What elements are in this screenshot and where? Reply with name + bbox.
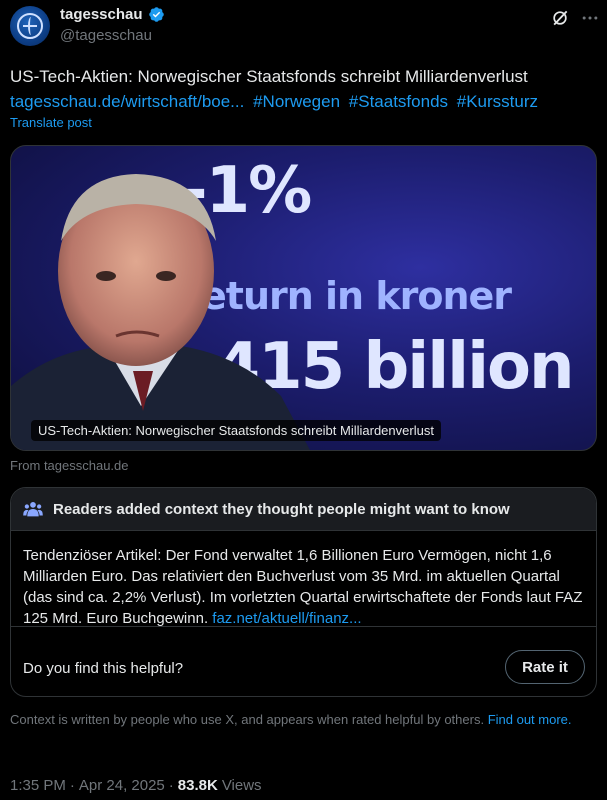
community-note-body: Tendenziöser Artikel: Der Fond verwaltet… <box>23 545 588 629</box>
views-count: 83.8K <box>177 777 218 794</box>
context-text: Context is written by people who use X, … <box>10 712 485 727</box>
hashtag-staatsfonds[interactable]: #Staatsfonds <box>349 92 448 111</box>
views-label: Views <box>221 777 262 794</box>
readers-icon <box>23 502 43 517</box>
meta-separator: · <box>168 777 174 794</box>
post-links: tagesschau.de/wirtschaft/boe... #Norwege… <box>10 89 600 114</box>
post-meta: 1:35 PM · Apr 24, 2025 · 83.8K Views <box>10 777 262 794</box>
hashtag-norwegen[interactable]: #Norwegen <box>253 92 340 111</box>
divider <box>11 626 596 627</box>
context-footnote: Context is written by people who use X, … <box>10 711 590 729</box>
community-note-header: Readers added context they thought peopl… <box>11 488 596 531</box>
find-out-more-link[interactable]: Find out more. <box>488 712 572 727</box>
person-photo <box>11 174 310 450</box>
translate-post-link[interactable]: Translate post <box>10 115 92 130</box>
post-time[interactable]: 1:35 PM <box>10 777 66 794</box>
post-text: US-Tech-Aktien: Norwegischer Staatsfonds… <box>10 67 528 86</box>
grok-button[interactable] <box>548 6 572 30</box>
handle[interactable]: @tagesschau <box>60 27 152 44</box>
display-name[interactable]: tagesschau <box>60 6 143 23</box>
author-name-row: tagesschau <box>60 6 165 23</box>
avatar[interactable] <box>10 6 50 46</box>
verified-badge-icon <box>148 7 164 22</box>
grok-icon <box>553 10 568 26</box>
hashtag-kurssturz[interactable]: #Kurssturz <box>457 92 538 111</box>
more-button[interactable] <box>578 6 602 30</box>
meta-separator: · <box>69 777 75 794</box>
post: tagesschau @tagesschau US-Tech-Aktien: N… <box>0 0 607 800</box>
community-note-title: Readers added context they thought peopl… <box>53 500 510 518</box>
community-note: Readers added context they thought peopl… <box>10 487 597 697</box>
media-caption: US-Tech-Aktien: Norwegischer Staatsfonds… <box>31 420 441 441</box>
tagesschau-logo-icon <box>17 13 43 39</box>
helpful-question: Do you find this helpful? <box>23 660 184 677</box>
more-icon <box>582 16 598 20</box>
media-source[interactable]: From tagesschau.de <box>10 458 129 473</box>
media-card[interactable]: -1% eturn in kroner -415 billion US-Tech… <box>10 145 597 451</box>
article-link[interactable]: tagesschau.de/wirtschaft/boe... <box>10 92 244 111</box>
rate-it-button[interactable]: Rate it <box>505 650 585 684</box>
post-date[interactable]: Apr 24, 2025 <box>79 777 165 794</box>
community-note-link[interactable]: faz.net/aktuell/finanz... <box>212 610 361 627</box>
